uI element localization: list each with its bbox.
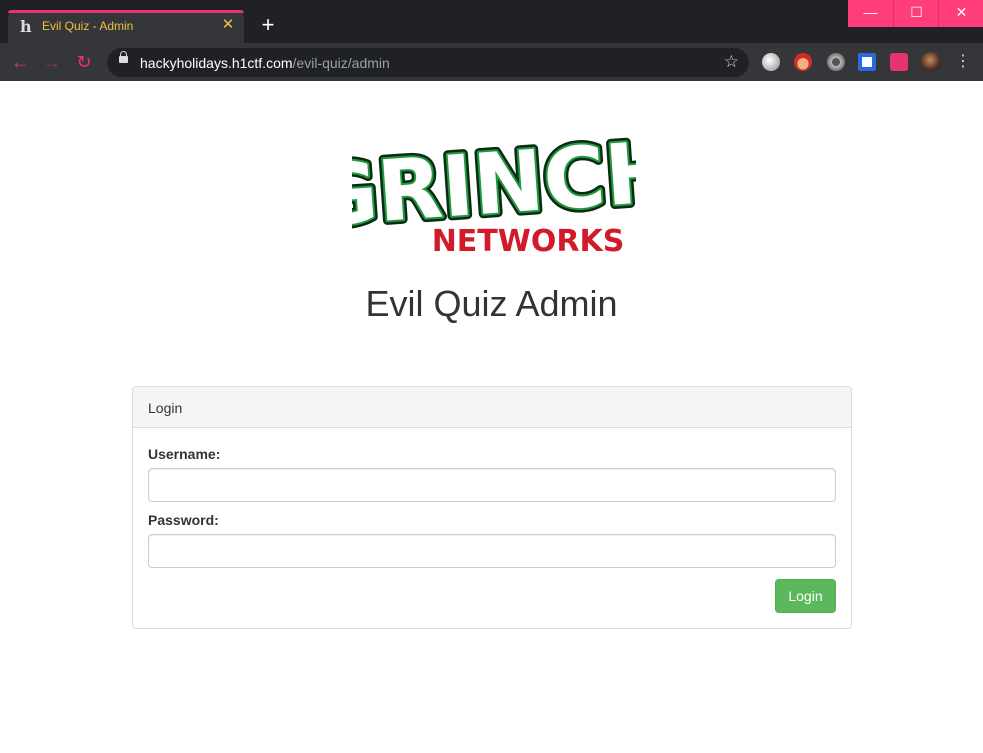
browser-menu-icon[interactable]: ⋮	[955, 51, 971, 73]
tab-title: Evil Quiz - Admin	[42, 19, 134, 33]
password-label: Password:	[148, 512, 219, 528]
new-tab-button[interactable]: +	[258, 14, 278, 36]
globe-ext-icon[interactable]	[762, 53, 780, 71]
address-bar[interactable]: hackyholidays.h1ctf.com/evil-quiz/admin …	[107, 48, 749, 77]
browser-tab-active[interactable]: h Evil Quiz - Admin ✕	[8, 10, 244, 43]
reload-button[interactable]: ↻	[73, 51, 95, 73]
window-close-button[interactable]: ✕	[938, 0, 983, 27]
grinch-networks-logo: GRINCH GRINCH GRINCH NETWORKS	[352, 118, 636, 256]
santa-ext-icon[interactable]	[794, 53, 812, 71]
logo-networks-wordmark: NETWORKS	[432, 224, 625, 256]
back-button[interactable]: ←	[9, 51, 31, 73]
window-close-icon: ✕	[955, 4, 968, 20]
maximize-icon: ☐	[910, 4, 923, 20]
url-path: /evil-quiz/admin	[292, 55, 390, 71]
minimize-icon: —	[863, 4, 878, 20]
username-input[interactable]	[148, 468, 836, 502]
tab-close-icon[interactable]: ✕	[220, 17, 236, 33]
puzzle-icon[interactable]	[890, 53, 908, 71]
page-title: Evil Quiz Admin	[365, 283, 618, 324]
login-panel: Login Username: Password: Login	[132, 386, 852, 629]
reload-icon: ↻	[76, 52, 92, 72]
maximize-button[interactable]: ☐	[893, 0, 939, 27]
gear-ext-icon[interactable]	[827, 53, 845, 71]
browser-toolbar: ← → ↻ hackyholidays.h1ctf.com/evil-quiz/…	[0, 43, 983, 81]
profile-avatar[interactable]	[921, 52, 941, 72]
tab-strip: h Evil Quiz - Admin ✕ + — ☐ ✕	[0, 0, 983, 43]
forward-button[interactable]: →	[41, 51, 63, 73]
username-label: Username:	[148, 446, 221, 462]
panel-heading: Login	[133, 387, 851, 428]
url-host: hackyholidays.h1ctf.com	[140, 55, 293, 71]
url-text[interactable]: hackyholidays.h1ctf.com/evil-quiz/admin	[140, 55, 390, 71]
bookmark-star-icon[interactable]: ☆	[724, 52, 739, 72]
lock-icon[interactable]	[119, 51, 128, 63]
minimize-button[interactable]: —	[848, 0, 893, 27]
hackerone-favicon-icon: h	[20, 17, 32, 36]
back-arrow-icon: ←	[11, 52, 29, 72]
shield-ext-icon[interactable]	[858, 53, 876, 71]
forward-arrow-icon: →	[43, 52, 61, 72]
password-input[interactable]	[148, 534, 836, 568]
login-button[interactable]: Login	[775, 579, 836, 613]
